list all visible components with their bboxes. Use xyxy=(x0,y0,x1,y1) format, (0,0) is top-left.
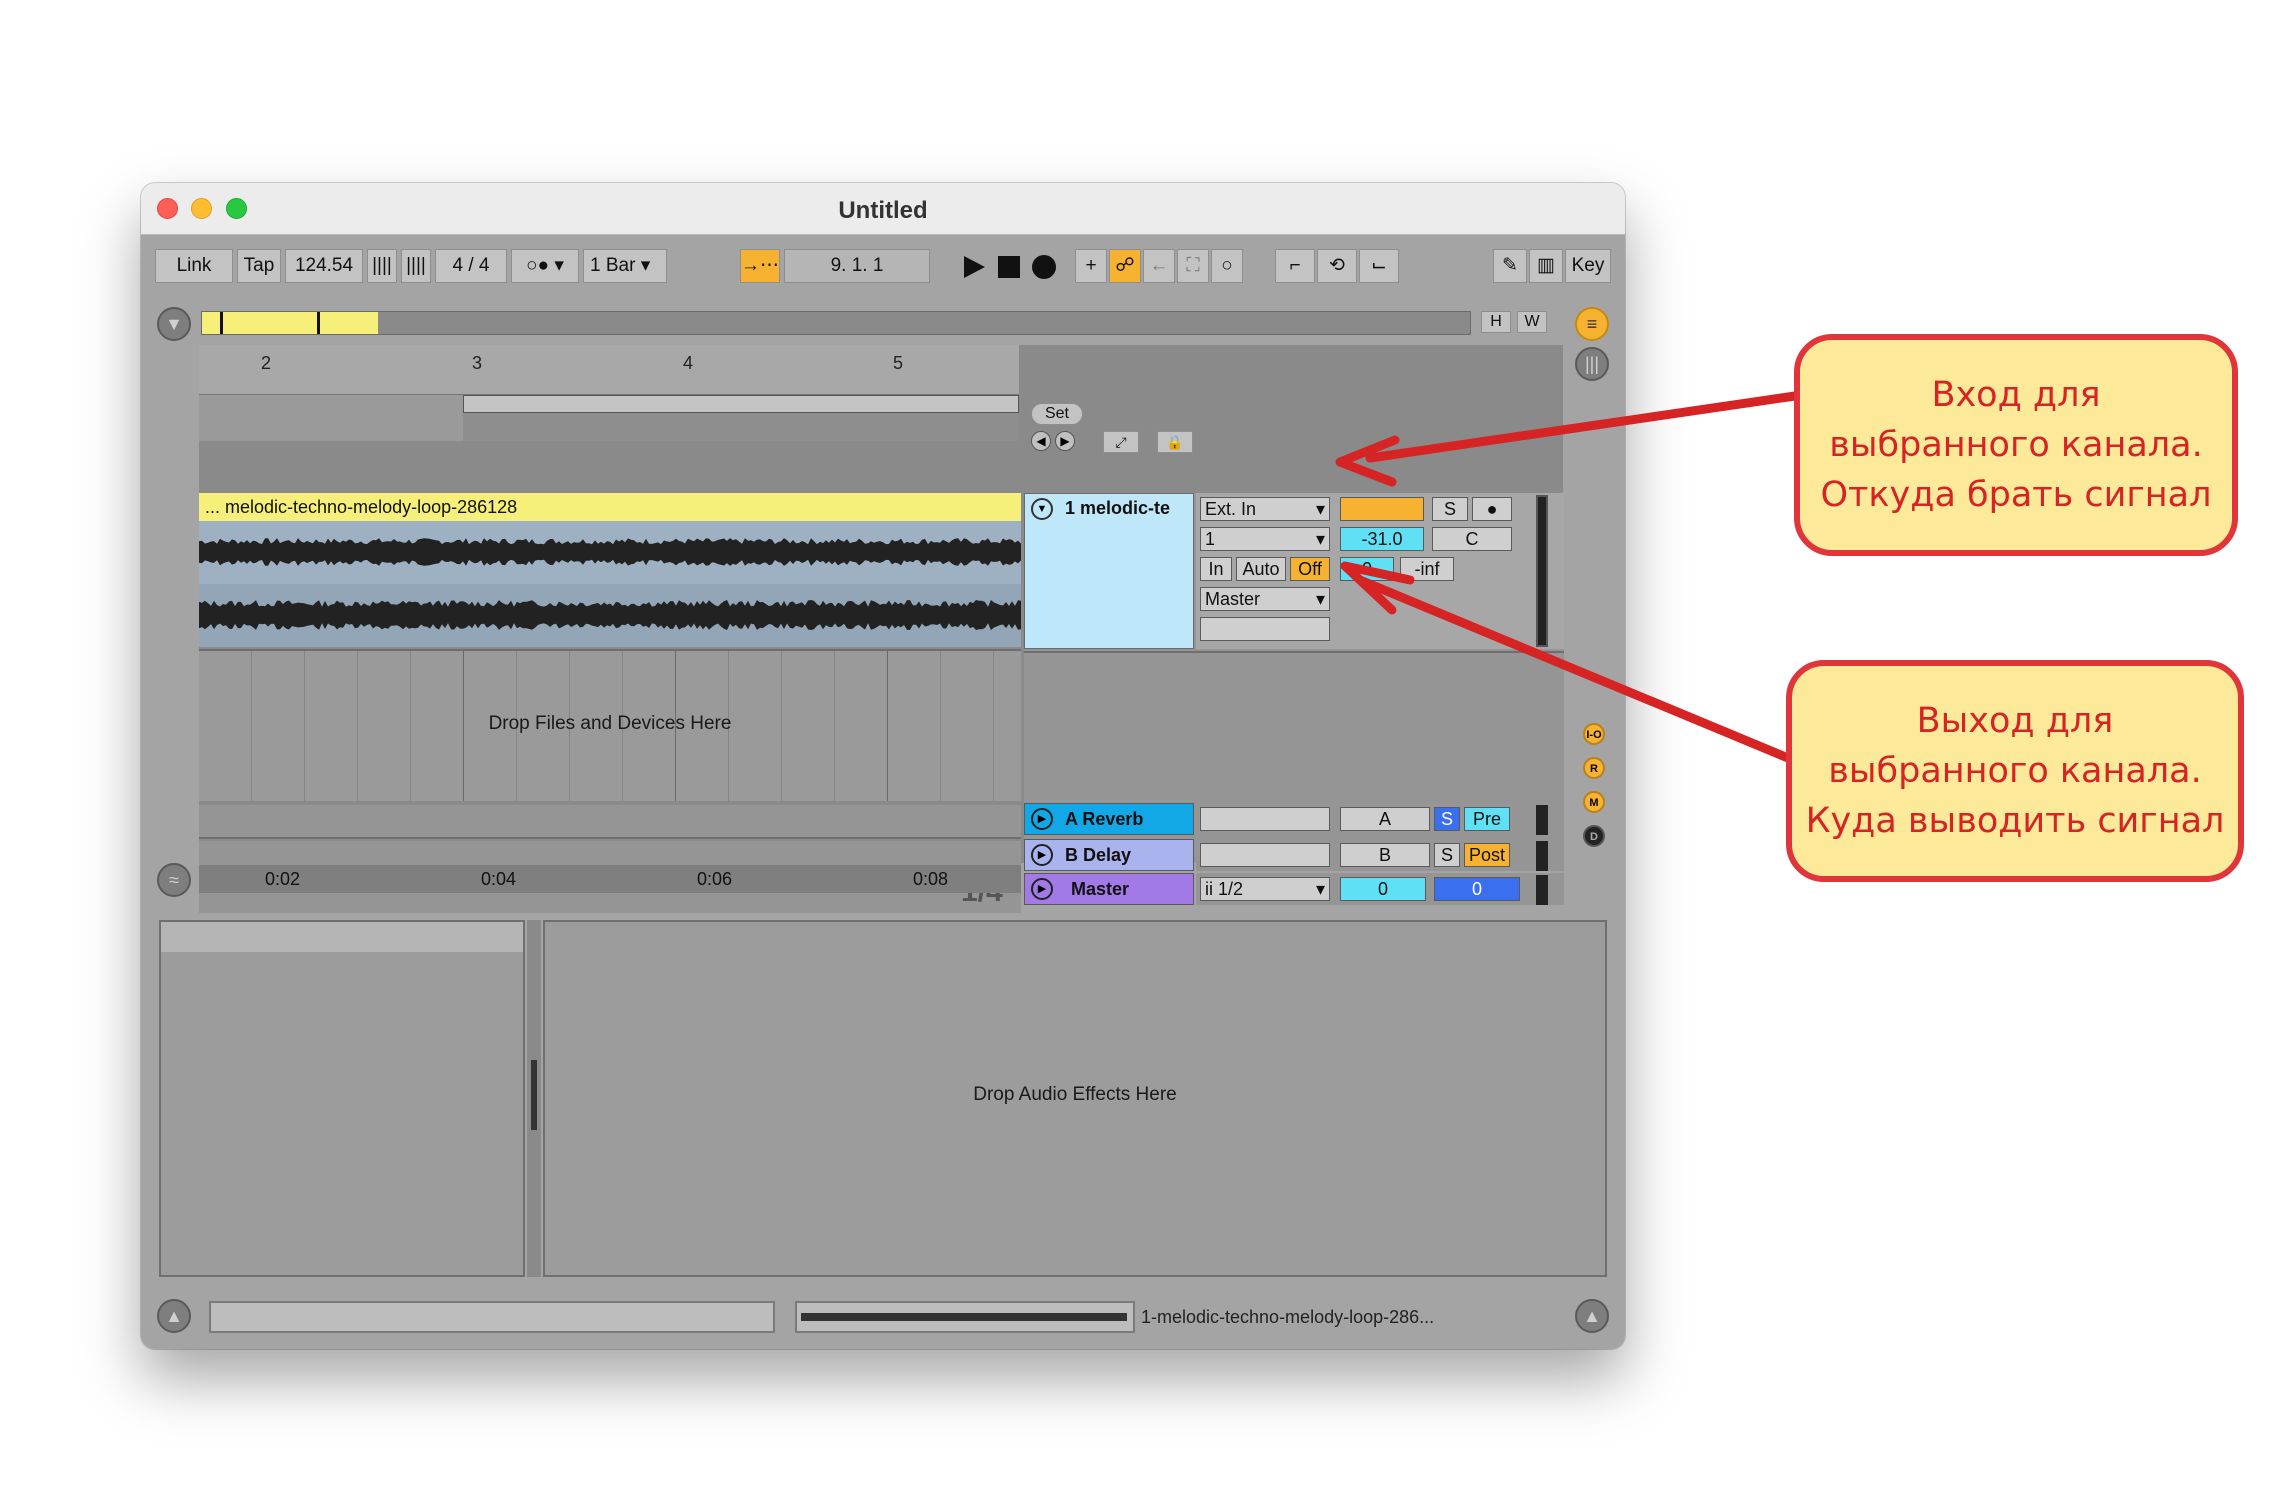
input-callout-line: Вход для xyxy=(1931,375,2101,415)
input-callout-line: выбранного канала. xyxy=(1829,425,2203,465)
output-callout-line: Выход для xyxy=(1916,701,2114,741)
output-callout: Выход для выбранного канала. Куда выводи… xyxy=(1786,660,2244,882)
output-callout-line: Куда выводить сигнал xyxy=(1805,801,2225,841)
output-callout-line: выбранного канала. xyxy=(1828,751,2202,791)
input-callout-line: Откуда брать сигнал xyxy=(1820,475,2212,515)
input-callout: Вход для выбранного канала. Откуда брать… xyxy=(1794,334,2238,556)
